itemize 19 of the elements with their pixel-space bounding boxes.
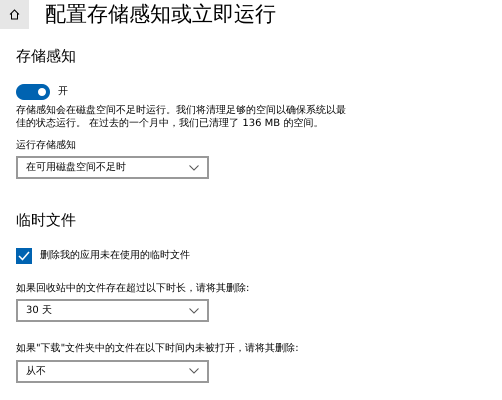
section-heading: 临时文件 — [16, 210, 77, 231]
field-label: 运行存储感知 — [16, 138, 77, 152]
description-text: 存储感知会在磁盘空间不足时运行。我们将清理足够的空间以确保系统以最佳的状态运行。 在过去的一个月中，我们已清理了 136 MB 的空间。 — [16, 104, 346, 130]
dropdown[interactable]: 30 天 — [16, 299, 209, 322]
dropdown[interactable]: 从不 — [16, 360, 209, 382]
checkbox[interactable] — [16, 248, 32, 264]
home-icon — [9, 9, 20, 20]
chevron-down-icon — [189, 368, 199, 374]
dropdown[interactable]: 在可用磁盘空间不足时 — [16, 156, 209, 179]
home-button[interactable] — [0, 0, 29, 29]
chevron-down-icon — [189, 164, 199, 170]
field-label: 如果回收站中的文件存在超过以下时长，请将其删除: — [16, 282, 250, 295]
checkbox-label: 删除我的应用未在使用的临时文件 — [40, 248, 190, 262]
section-heading: 存储感知 — [16, 46, 77, 67]
toggle-switch[interactable] — [16, 84, 50, 100]
chevron-down-icon — [189, 308, 199, 314]
page-title: 配置存储感知或立即运行 — [45, 4, 276, 25]
toggle-label: 开 — [58, 84, 68, 98]
field-label: 如果"下载"文件夹中的文件在以下时间内未被打开，请将其删除: — [16, 342, 300, 356]
